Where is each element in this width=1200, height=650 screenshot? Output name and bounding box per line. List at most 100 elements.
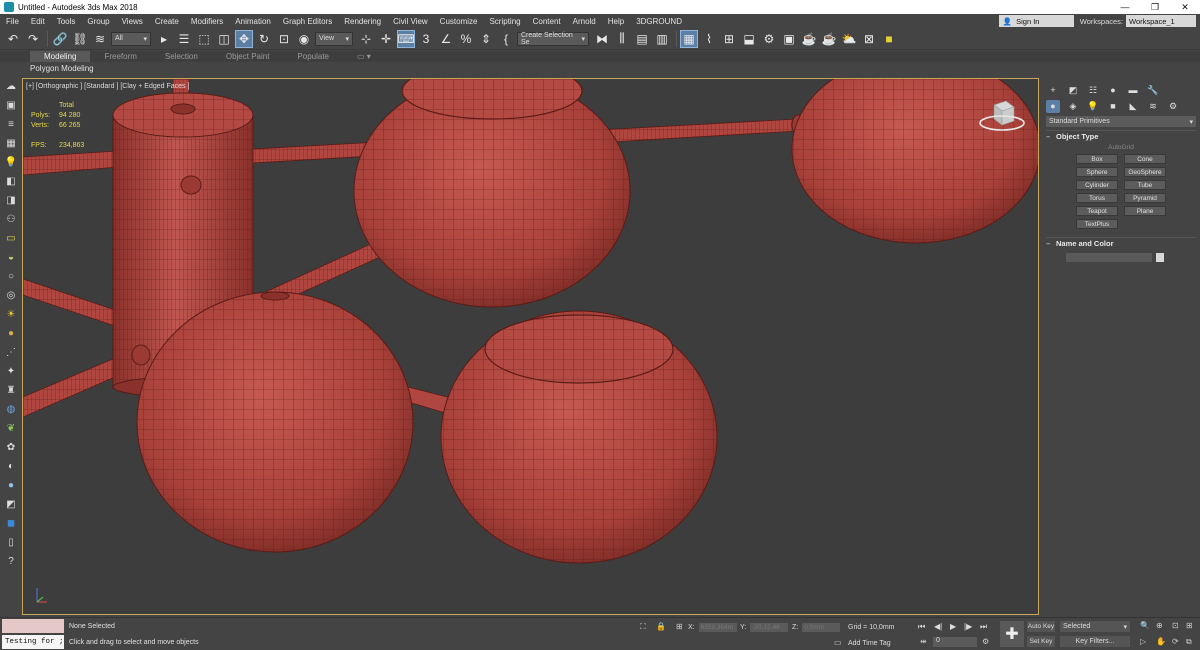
create-object-icon[interactable]: ▯ [2,534,20,550]
create-object-icon[interactable]: ▦ [2,135,20,151]
redo-icon[interactable]: ↷ [24,30,42,48]
menu-tools[interactable]: Tools [51,17,82,26]
primitive-category-select[interactable]: Standard Primitives ▾ [1046,116,1196,127]
close-button[interactable]: ✕ [1170,2,1200,13]
current-frame-field[interactable]: 0 [933,637,977,647]
select-and-move-icon[interactable]: ✥ [235,29,253,48]
create-object-icon[interactable]: ✿ [2,439,20,455]
key-mode-icon[interactable]: ⇹ [920,637,927,646]
plane-button[interactable]: Plane [1124,206,1166,216]
align-icon[interactable]: ⫼ [613,30,631,48]
render-production-icon[interactable]: ☕ [800,30,818,48]
field-of-view-icon[interactable]: ▷ [1140,637,1146,646]
tube-button[interactable]: Tube [1124,180,1166,190]
globe-icon[interactable]: ◍ [2,401,20,417]
material-editor-icon[interactable]: ⬓ [740,30,758,48]
reference-coordinate-select[interactable]: View ▾ [315,31,353,46]
rod[interactable] [23,278,119,328]
maxscript-mini-listener[interactable]: Testing for ; [2,635,64,649]
display-tab-icon[interactable]: ▬ [1126,84,1140,97]
window-crossing-icon[interactable]: ◫ [215,30,233,48]
shapes-icon[interactable]: ◈ [1066,100,1080,113]
tab-freeform[interactable]: Freeform [90,51,150,62]
menu-edit[interactable]: Edit [25,17,51,26]
zoom-extents-all-icon[interactable]: ⊞ [1186,621,1193,630]
menu-content[interactable]: Content [527,17,567,26]
select-and-rotate-icon[interactable]: ↻ [255,30,273,48]
percent-snap-icon[interactable]: % [457,30,475,48]
layer-explorer-icon[interactable]: ▥ [653,30,671,48]
a360-gallery-icon[interactable]: ⊠ [860,30,878,48]
angle-snap-icon[interactable]: ∠ [437,30,455,48]
create-object-icon[interactable]: ≡ [2,116,20,132]
time-configuration-icon[interactable]: ⚙ [982,637,989,646]
teapot-button[interactable]: Teapot [1076,206,1118,216]
orbit-icon[interactable]: ⟳ [1172,637,1179,646]
move-gizmo-icon[interactable]: ✛ [377,30,395,48]
menu-modifiers[interactable]: Modifiers [185,17,229,26]
script-icon[interactable]: ■ [880,30,898,48]
create-object-icon[interactable]: ◨ [2,192,20,208]
select-object-icon[interactable]: ▸ [155,30,173,48]
create-object-icon[interactable]: ✦ [2,363,20,379]
tab-object-paint[interactable]: Object Paint [212,51,284,62]
set-keys-icon[interactable]: ✚ [1000,621,1024,647]
lights-icon[interactable]: 💡 [1086,100,1100,113]
render-iterative-icon[interactable]: ☕ [820,30,838,48]
select-by-name-icon[interactable]: ☰ [175,30,193,48]
motion-tab-icon[interactable]: ● [1106,84,1120,97]
light-icon[interactable]: 💡 [2,154,20,170]
create-object-icon[interactable]: ▭ [2,230,20,246]
box-button[interactable]: Box [1076,154,1118,164]
sphere[interactable] [353,79,631,308]
menu-graph-editors[interactable]: Graph Editors [277,17,338,26]
key-selection-select[interactable]: Selected ▾ [1060,621,1130,632]
pyramid-button[interactable]: Pyramid [1124,193,1166,203]
viewport-scene[interactable] [23,79,1039,615]
edit-named-selection-icon[interactable]: { [497,30,515,48]
next-frame-icon[interactable]: |▶ [964,622,972,631]
z-coordinate-field[interactable]: 0,0mm [802,623,841,632]
viewcube-icon[interactable] [976,99,1026,139]
help-icon[interactable]: ? [2,553,20,569]
hierarchy-tab-icon[interactable]: ☷ [1086,84,1100,97]
workspace-select[interactable]: Workspace_1 [1126,15,1196,27]
rectangular-selection-icon[interactable]: ⬚ [195,30,213,48]
sphere-button[interactable]: Sphere [1076,167,1118,177]
pan-icon[interactable]: ✋ [1156,637,1166,646]
create-object-icon[interactable]: ● [2,325,20,341]
y-coordinate-field[interactable]: -20,12,48 [750,623,789,632]
menu-views[interactable]: Views [116,17,149,26]
select-and-place-icon[interactable]: ◉ [295,30,313,48]
link-icon[interactable]: 🔗 [51,30,69,48]
menu-help[interactable]: Help [602,17,630,26]
create-object-icon[interactable]: ◐ [2,458,20,474]
cone-button[interactable]: Cone [1124,154,1166,164]
selection-lock-icon[interactable]: 🔒 [656,622,666,631]
create-object-icon[interactable]: ◧ [2,173,20,189]
helpers-icon[interactable]: ◣ [1126,100,1140,113]
unlink-icon[interactable]: ⛓ [71,30,89,48]
render-in-cloud-icon[interactable]: ⛅ [840,30,858,48]
bind-spacewarp-icon[interactable]: ≋ [91,30,109,48]
menu-file[interactable]: File [0,17,25,26]
create-object-icon[interactable]: ⚇ [2,211,20,227]
pivot-center-icon[interactable]: ⊹ [357,30,375,48]
tab-modeling[interactable]: Modeling [30,51,91,62]
create-object-icon[interactable]: ◎ [2,287,20,303]
go-to-end-icon[interactable]: ⏭ [980,622,987,632]
spacewarps-icon[interactable]: ≋ [1146,100,1160,113]
menu-rendering[interactable]: Rendering [338,17,387,26]
sphere[interactable] [136,291,414,553]
menu-3dground[interactable]: 3DGROUND [630,17,688,26]
create-object-icon[interactable]: ◼ [2,515,20,531]
sphere[interactable] [440,310,718,564]
systems-icon[interactable]: ⚙ [1166,100,1180,113]
create-object-icon[interactable]: ◒ [2,249,20,265]
maximize-button[interactable]: ❐ [1140,2,1170,13]
create-object-icon[interactable]: ♜ [2,382,20,398]
sign-in-dropdown[interactable]: 👤 Sign In [998,15,1074,27]
tab-populate[interactable]: Populate [283,51,343,62]
play-icon[interactable]: ▶ [950,622,956,631]
menu-arnold[interactable]: Arnold [567,17,602,26]
